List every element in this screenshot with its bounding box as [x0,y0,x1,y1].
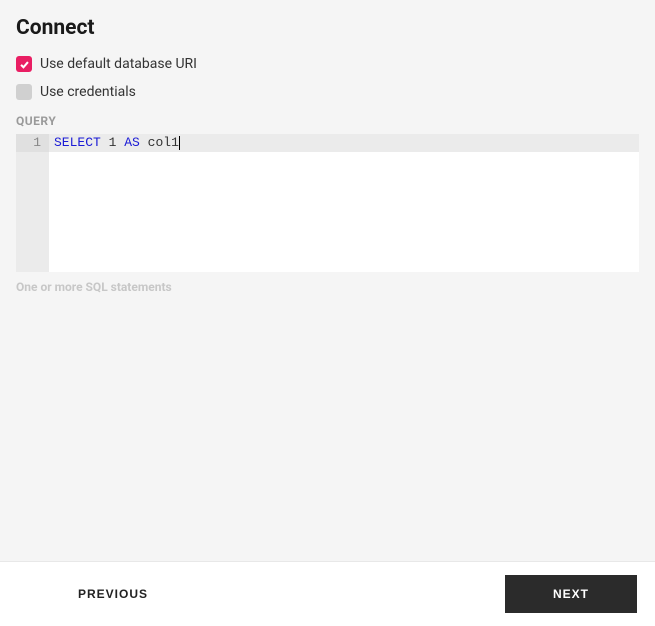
footer-bar: PREVIOUS NEXT [0,561,655,626]
literal-one: 1 [109,135,117,150]
query-hint: One or more SQL statements [16,280,639,294]
keyword-select: SELECT [54,135,101,150]
identifier-col: col1 [148,135,179,150]
text-cursor-icon [179,136,180,150]
use-default-uri-label: Use default database URI [40,56,197,72]
query-section-label: QUERY [16,114,639,128]
previous-button[interactable]: PREVIOUS [18,575,176,613]
gutter-line-number: 1 [16,134,49,152]
keyword-as: AS [124,135,140,150]
editor-code-area[interactable]: SELECT 1 AS col1 [49,134,639,272]
editor-gutter: 1 [16,134,49,272]
code-line[interactable]: SELECT 1 AS col1 [49,134,639,152]
query-editor[interactable]: 1 SELECT 1 AS col1 [16,134,639,272]
use-credentials-row[interactable]: Use credentials [16,84,639,100]
use-credentials-label: Use credentials [40,84,136,100]
next-button[interactable]: NEXT [505,575,637,613]
checkbox-checked-icon[interactable] [16,56,32,72]
page-title: Connect [16,16,639,40]
use-default-uri-row[interactable]: Use default database URI [16,56,639,72]
content-area: Connect Use default database URI Use cre… [0,0,655,310]
checkbox-unchecked-icon[interactable] [16,84,32,100]
